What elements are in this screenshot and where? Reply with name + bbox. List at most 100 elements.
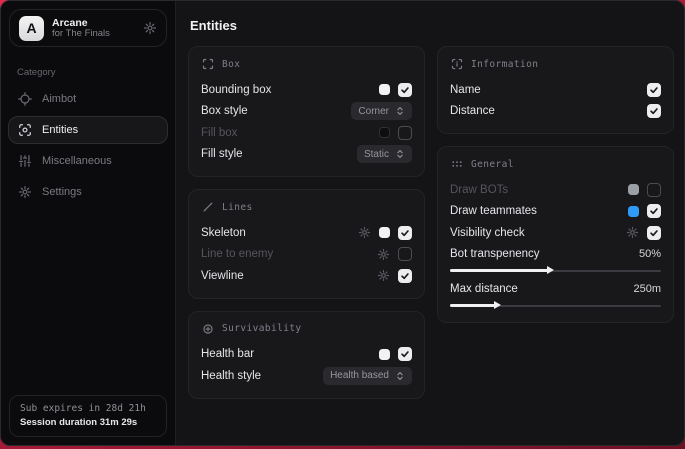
app-logo: A	[19, 16, 44, 41]
draw-teammates-row: Draw teammates	[450, 201, 661, 223]
app-window: A Arcane for The Finals Category	[0, 0, 685, 446]
bot-transparency-slider[interactable]	[450, 266, 661, 276]
check-icon	[400, 228, 410, 238]
line-to-enemy-label: Line to enemy	[201, 248, 273, 260]
bounding-box-checkbox[interactable]	[398, 83, 412, 97]
bounding-box-label: Bounding box	[201, 84, 271, 96]
sub-expiry-text: Sub expires in 28d 21h	[20, 403, 156, 414]
app-header: A Arcane for The Finals	[9, 9, 167, 47]
check-icon	[649, 228, 659, 238]
chevrons-up-down-icon	[395, 149, 405, 159]
box-style-row: Box style Corner	[201, 101, 412, 123]
check-icon	[400, 85, 410, 95]
sidebar-item-aimbot[interactable]: Aimbot	[8, 85, 168, 113]
sidebar-item-label: Settings	[42, 186, 82, 198]
app-subtitle: for The Finals	[52, 29, 135, 40]
draw-teammates-checkbox[interactable]	[647, 204, 661, 218]
fill-box-color-swatch[interactable]	[379, 127, 390, 138]
category-label: Category	[17, 67, 175, 78]
line-to-enemy-checkbox[interactable]	[398, 247, 412, 261]
sidebar-item-label: Aimbot	[42, 93, 76, 105]
health-bar-color-swatch[interactable]	[379, 349, 390, 360]
gear-icon[interactable]	[377, 248, 390, 261]
sidebar-item-entities[interactable]: Entities	[8, 116, 168, 144]
fill-style-label: Fill style	[201, 148, 243, 160]
app-title-block: Arcane for The Finals	[52, 17, 135, 40]
diagonal-line-icon	[202, 201, 214, 213]
sidebar-item-label: Miscellaneous	[42, 155, 112, 167]
box-style-value: Corner	[358, 106, 389, 117]
draw-teammates-color-swatch[interactable]	[628, 206, 639, 217]
health-bar-row: Health bar	[201, 344, 412, 366]
fill-style-dropdown[interactable]: Static	[357, 145, 412, 163]
slider-fill	[450, 304, 496, 307]
session-duration-text: Session duration 31m 29s	[20, 417, 156, 428]
line-to-enemy-row: Line to enemy	[201, 244, 412, 266]
gear-icon[interactable]	[377, 269, 390, 282]
sidebar-item-settings[interactable]: Settings	[8, 178, 168, 206]
app-name: Arcane	[52, 17, 135, 29]
box-style-label: Box style	[201, 105, 248, 117]
bounding-box-row: Bounding box	[201, 79, 412, 101]
chevrons-up-down-icon	[395, 106, 405, 116]
health-style-value: Health based	[330, 370, 389, 381]
card-title: Information	[471, 59, 538, 70]
max-distance-slider[interactable]	[450, 301, 661, 311]
max-distance-label: Max distance	[450, 283, 518, 295]
fill-box-row: Fill box	[201, 122, 412, 144]
distance-row: Distance	[450, 101, 661, 123]
fill-box-label: Fill box	[201, 127, 237, 139]
bot-transparency-label: Bot transpenency	[450, 248, 540, 260]
draw-bots-checkbox[interactable]	[647, 183, 661, 197]
survivability-card: Survivability Health bar Health style	[188, 311, 425, 399]
health-style-dropdown[interactable]: Health based	[323, 367, 412, 385]
lines-card: Lines Skeleton	[188, 189, 425, 299]
card-title: Lines	[222, 202, 253, 213]
health-bar-checkbox[interactable]	[398, 347, 412, 361]
box-card: Box Bounding box Box style	[188, 46, 425, 177]
bot-transparency-group: Bot transpenency 50%	[450, 245, 661, 276]
distance-checkbox[interactable]	[647, 104, 661, 118]
visibility-check-row: Visibility check	[450, 222, 661, 244]
box-corners-icon	[202, 58, 214, 70]
bounding-box-color-swatch[interactable]	[379, 84, 390, 95]
max-distance-value: 250m	[633, 283, 661, 295]
visibility-check-checkbox[interactable]	[647, 226, 661, 240]
health-bar-label: Health bar	[201, 348, 254, 360]
skeleton-label: Skeleton	[201, 227, 246, 239]
gear-icon[interactable]	[626, 226, 639, 239]
page-title: Entities	[190, 18, 674, 33]
draw-bots-row: Draw BOTs	[450, 179, 661, 201]
slider-thumb-arrow[interactable]	[494, 301, 501, 309]
information-card: Information Name Distance	[437, 46, 674, 134]
draw-bots-label: Draw BOTs	[450, 184, 508, 196]
viewline-checkbox[interactable]	[398, 269, 412, 283]
check-icon	[400, 349, 410, 359]
dots-grid-icon	[451, 158, 463, 170]
sidebar-item-miscellaneous[interactable]: Miscellaneous	[8, 147, 168, 175]
max-distance-group: Max distance 250m	[450, 280, 661, 311]
slider-thumb-arrow[interactable]	[547, 266, 554, 274]
name-label: Name	[450, 84, 481, 96]
gear-icon[interactable]	[358, 226, 371, 239]
subscription-info: Sub expires in 28d 21h Session duration …	[9, 395, 167, 437]
fill-style-row: Fill style Static	[201, 144, 412, 166]
skeleton-checkbox[interactable]	[398, 226, 412, 240]
chevrons-up-down-icon	[395, 371, 405, 381]
fill-style-value: Static	[364, 149, 389, 160]
fill-box-checkbox[interactable]	[398, 126, 412, 140]
crosshair-icon	[18, 92, 32, 106]
main-panel: Entities Box Bounding box	[176, 1, 685, 445]
card-title: Survivability	[222, 323, 302, 334]
skeleton-color-swatch[interactable]	[379, 227, 390, 238]
distance-label: Distance	[450, 105, 495, 117]
check-icon	[649, 206, 659, 216]
box-style-dropdown[interactable]: Corner	[351, 102, 412, 120]
gear-icon[interactable]	[143, 21, 157, 35]
viewline-label: Viewline	[201, 270, 244, 282]
name-checkbox[interactable]	[647, 83, 661, 97]
draw-bots-color-swatch[interactable]	[628, 184, 639, 195]
gear-icon	[18, 185, 32, 199]
info-scan-icon	[451, 58, 463, 70]
viewline-row: Viewline	[201, 265, 412, 287]
